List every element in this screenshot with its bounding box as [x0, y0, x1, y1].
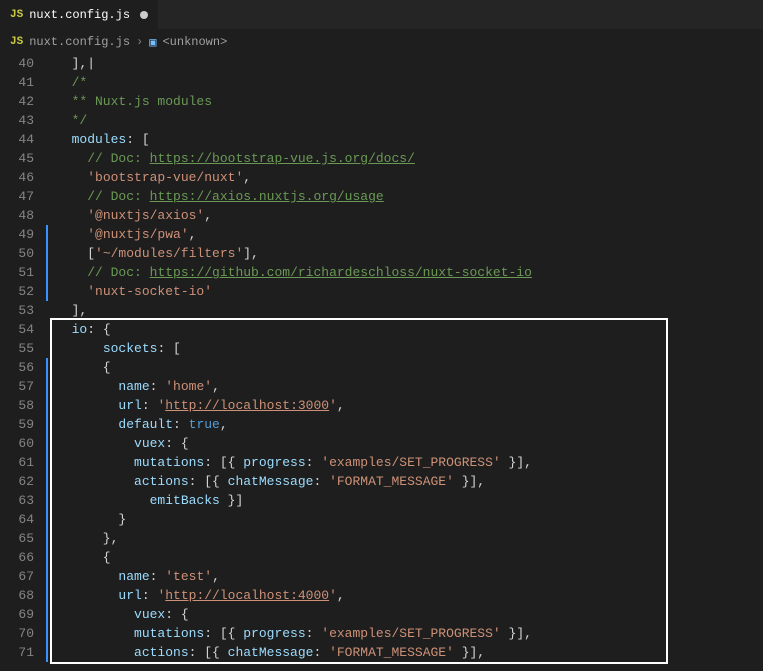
line-number: 63 [0, 491, 34, 510]
line-number: 54 [0, 320, 34, 339]
breadcrumb: JS nuxt.config.js › ▣ <unknown> [0, 30, 763, 54]
js-icon: JS [10, 36, 23, 48]
code-line[interactable]: default: true, [56, 415, 763, 434]
symbol-cube-icon: ▣ [149, 35, 156, 50]
line-number: 57 [0, 377, 34, 396]
code-line[interactable]: // Doc: https://github.com/richardeschlo… [56, 263, 763, 282]
breadcrumb-file[interactable]: nuxt.config.js [29, 35, 130, 49]
line-number: 70 [0, 624, 34, 643]
line-number: 67 [0, 567, 34, 586]
code-line[interactable]: 'bootstrap-vue/nuxt', [56, 168, 763, 187]
code-line[interactable]: vuex: { [56, 605, 763, 624]
code-line[interactable]: emitBacks }] [56, 491, 763, 510]
line-number: 66 [0, 548, 34, 567]
code-line[interactable]: url: 'http://localhost:3000', [56, 396, 763, 415]
line-number: 69 [0, 605, 34, 624]
line-number: 40 [0, 54, 34, 73]
code-line[interactable]: name: 'test', [56, 567, 763, 586]
code-line[interactable]: } [56, 510, 763, 529]
code-line[interactable]: url: 'http://localhost:4000', [56, 586, 763, 605]
line-number: 51 [0, 263, 34, 282]
code-line[interactable]: io: { [56, 320, 763, 339]
line-number: 71 [0, 643, 34, 662]
code-line[interactable]: // Doc: https://bootstrap-vue.js.org/doc… [56, 149, 763, 168]
tab-nuxt-config[interactable]: JS nuxt.config.js [0, 0, 158, 29]
line-number: 44 [0, 130, 34, 149]
line-number: 62 [0, 472, 34, 491]
line-number: 53 [0, 301, 34, 320]
code-line[interactable]: */ [56, 111, 763, 130]
code-line[interactable]: '@nuxtjs/axios', [56, 206, 763, 225]
code-line[interactable]: mutations: [{ progress: 'examples/SET_PR… [56, 624, 763, 643]
line-number: 61 [0, 453, 34, 472]
line-number: 52 [0, 282, 34, 301]
code-line[interactable]: modules: [ [56, 130, 763, 149]
editor-area[interactable]: 4041424344454647484950515253545556575859… [0, 54, 763, 671]
code-line[interactable]: actions: [{ chatMessage: 'FORMAT_MESSAGE… [56, 643, 763, 662]
code-line[interactable]: vuex: { [56, 434, 763, 453]
code-line[interactable]: sockets: [ [56, 339, 763, 358]
line-number: 47 [0, 187, 34, 206]
line-number: 49 [0, 225, 34, 244]
line-number: 56 [0, 358, 34, 377]
line-number: 43 [0, 111, 34, 130]
tab-filename: nuxt.config.js [29, 8, 130, 22]
code-line[interactable]: /* [56, 73, 763, 92]
line-number: 45 [0, 149, 34, 168]
line-number: 58 [0, 396, 34, 415]
modified-indicator-icon [140, 11, 148, 19]
line-number: 64 [0, 510, 34, 529]
code-line[interactable]: '@nuxtjs/pwa', [56, 225, 763, 244]
editor-tabs: JS nuxt.config.js [0, 0, 763, 30]
line-number: 68 [0, 586, 34, 605]
line-number: 42 [0, 92, 34, 111]
code-line[interactable]: ], [56, 301, 763, 320]
code-content[interactable]: ],| /* ** Nuxt.js modules */ modules: [ … [48, 54, 763, 671]
chevron-right-icon: › [136, 35, 143, 49]
code-line[interactable]: ** Nuxt.js modules [56, 92, 763, 111]
line-number-gutter: 4041424344454647484950515253545556575859… [0, 54, 48, 671]
code-line[interactable]: mutations: [{ progress: 'examples/SET_PR… [56, 453, 763, 472]
line-number: 41 [0, 73, 34, 92]
code-line[interactable]: ],| [56, 54, 763, 73]
code-line[interactable]: 'nuxt-socket-io' [56, 282, 763, 301]
line-number: 59 [0, 415, 34, 434]
code-line[interactable]: }, [56, 529, 763, 548]
js-icon: JS [10, 9, 23, 21]
breadcrumb-symbol[interactable]: <unknown> [162, 35, 227, 49]
code-line[interactable]: ['~/modules/filters'], [56, 244, 763, 263]
line-number: 50 [0, 244, 34, 263]
code-line[interactable]: { [56, 548, 763, 567]
line-number: 65 [0, 529, 34, 548]
line-number: 48 [0, 206, 34, 225]
code-line[interactable]: actions: [{ chatMessage: 'FORMAT_MESSAGE… [56, 472, 763, 491]
line-number: 46 [0, 168, 34, 187]
line-number: 60 [0, 434, 34, 453]
code-line[interactable]: { [56, 358, 763, 377]
code-line[interactable]: name: 'home', [56, 377, 763, 396]
line-number: 55 [0, 339, 34, 358]
code-line[interactable]: // Doc: https://axios.nuxtjs.org/usage [56, 187, 763, 206]
